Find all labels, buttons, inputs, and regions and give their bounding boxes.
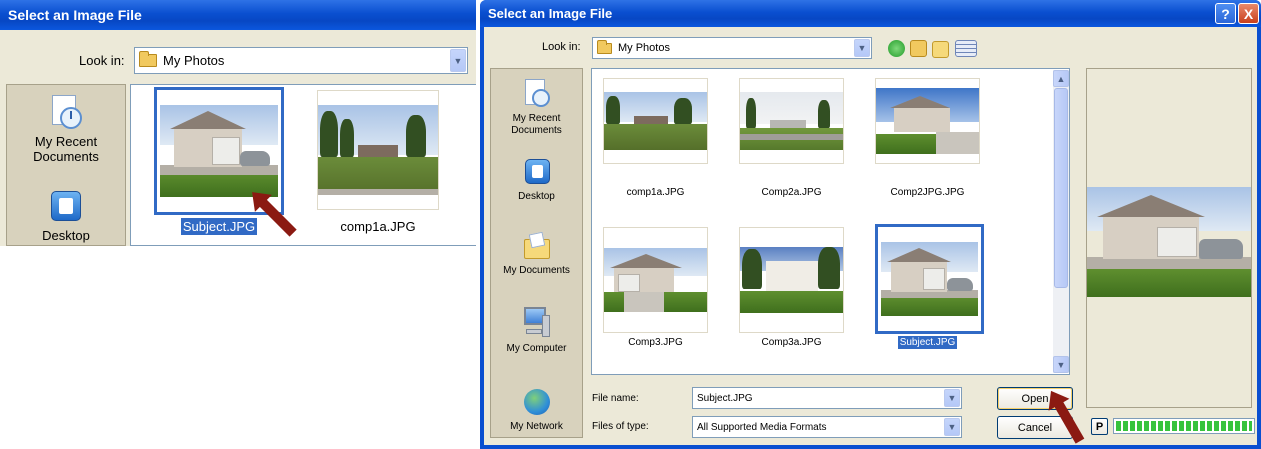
preview-toggle-button[interactable]: P [1091, 418, 1108, 435]
right-place-recent-label: My Recent Documents [511, 113, 562, 136]
house-photo [740, 247, 843, 313]
close-icon: X [1243, 5, 1254, 22]
my-computer-icon [522, 305, 552, 339]
scroll-thumb[interactable] [1054, 88, 1068, 288]
chevron-down-icon[interactable]: ▼ [854, 39, 870, 57]
right-file-label-subject[interactable]: Subject.JPG [875, 335, 980, 350]
right-file-list[interactable]: comp1a.JPG Comp2a.JPG Comp2JPG.JPG Comp3… [591, 68, 1070, 375]
folder-icon [139, 51, 157, 67]
left-look-in-label: Look in: [79, 53, 125, 68]
files-of-type-label: Files of type: [592, 421, 649, 432]
left-dialog-titlebar[interactable]: Select an Image File [0, 0, 476, 30]
left-places-bar: My Recent Documents Desktop [6, 84, 126, 246]
up-folder-icon[interactable] [910, 40, 927, 57]
left-place-recent-documents[interactable]: My Recent Documents [7, 95, 125, 165]
right-place-my-network-label: My Network [510, 421, 563, 432]
preview-house-photo [1087, 187, 1251, 297]
right-place-desktop[interactable]: Desktop [491, 157, 582, 203]
right-file-thumbnail-comp2jpg[interactable] [875, 78, 980, 164]
street-photo [740, 92, 843, 150]
right-look-in-value: My Photos [618, 42, 670, 54]
files-of-type-value: All Supported Media Formats [697, 421, 827, 433]
left-look-in-value: My Photos [163, 53, 225, 68]
preview-pane [1086, 68, 1252, 408]
right-file-thumbnail-comp3[interactable] [603, 227, 708, 333]
right-dialog-titlebar[interactable]: Select an Image File [480, 0, 1261, 27]
left-file-label-subject[interactable]: Subject.JPG [169, 217, 269, 236]
load-progress-fill [1116, 421, 1252, 431]
right-place-my-network[interactable]: My Network [491, 387, 582, 433]
right-place-my-documents-label: My Documents [503, 265, 570, 276]
left-place-desktop-label: Desktop [42, 228, 90, 243]
view-menu-icon[interactable] [955, 40, 977, 57]
right-file-thumbnail-subject[interactable] [875, 224, 984, 334]
right-place-my-computer[interactable]: My Computer [491, 305, 582, 355]
left-place-desktop[interactable]: Desktop [7, 189, 125, 244]
right-file-thumbnail-comp2a[interactable] [739, 78, 844, 164]
left-file-label-comp1a[interactable]: comp1a.JPG [328, 219, 428, 234]
right-look-in-combo[interactable]: My Photos ▼ [592, 37, 872, 59]
right-place-desktop-label: Desktop [518, 191, 555, 202]
right-file-label-comp2jpg[interactable]: Comp2JPG.JPG [875, 187, 980, 198]
file-name-label: File name: [592, 393, 639, 404]
desktop-icon [48, 189, 84, 225]
help-button[interactable]: ? [1215, 3, 1236, 24]
right-file-label-comp3[interactable]: Comp3.JPG [603, 337, 708, 348]
chevron-down-icon[interactable]: ▼ [944, 418, 960, 436]
house-photo [604, 248, 707, 312]
right-place-my-documents[interactable]: My Documents [491, 231, 582, 277]
right-place-my-computer-label: My Computer [506, 343, 567, 354]
help-icon: ? [1221, 5, 1230, 22]
right-dialog: Select an Image File ? X Look in: My Pho… [480, 0, 1261, 449]
chevron-down-icon[interactable]: ▼ [944, 389, 960, 407]
right-file-label-comp1a[interactable]: comp1a.JPG [603, 187, 708, 198]
network-icon [522, 387, 552, 417]
back-icon[interactable] [888, 40, 905, 57]
right-file-label-comp3a[interactable]: Comp3a.JPG [739, 337, 844, 348]
left-look-in-combo[interactable]: My Photos ▼ [134, 47, 468, 74]
preview-toggle-label: P [1095, 420, 1104, 433]
desktop-icon [522, 157, 552, 187]
scroll-down-button[interactable]: ▼ [1053, 356, 1069, 373]
folder-icon [597, 39, 612, 54]
chevron-down-icon[interactable]: ▼ [450, 49, 466, 72]
cancel-button-label: Cancel [1017, 421, 1053, 434]
file-name-value: Subject.JPG [697, 392, 753, 404]
right-place-recent-documents[interactable]: My Recent Documents [491, 79, 582, 136]
right-file-thumbnail-comp1a[interactable] [603, 78, 708, 164]
right-places-bar: My Recent Documents Desktop My Documents… [490, 68, 583, 438]
house-photo [876, 88, 979, 154]
left-dialog: Select an Image File Look in: My Photos … [0, 0, 476, 246]
close-button[interactable]: X [1238, 3, 1259, 24]
left-place-recent-label: My Recent Documents [33, 134, 99, 164]
house-photo [881, 242, 978, 316]
file-list-scrollbar[interactable]: ▲ ▼ [1053, 70, 1069, 373]
my-documents-icon [522, 231, 552, 261]
left-file-list[interactable]: Subject.JPG comp1a.JPG [130, 84, 476, 246]
right-dialog-title: Select an Image File [488, 6, 613, 21]
left-file-thumbnail-comp1a[interactable] [317, 90, 439, 210]
street-photo [604, 92, 707, 150]
recent-documents-icon [522, 79, 552, 109]
right-file-label-comp2a[interactable]: Comp2a.JPG [739, 187, 844, 198]
right-file-thumbnail-comp3a[interactable] [739, 227, 844, 333]
file-name-combo[interactable]: Subject.JPG ▼ [692, 387, 962, 409]
new-folder-icon[interactable] [932, 41, 949, 58]
right-look-in-label: Look in: [542, 41, 581, 53]
load-progress-bar [1113, 418, 1255, 434]
scroll-up-button[interactable]: ▲ [1053, 70, 1069, 87]
left-dialog-title: Select an Image File [8, 7, 142, 23]
street-photo [318, 105, 438, 195]
recent-documents-icon [48, 95, 84, 131]
files-of-type-combo[interactable]: All Supported Media Formats ▼ [692, 416, 962, 438]
